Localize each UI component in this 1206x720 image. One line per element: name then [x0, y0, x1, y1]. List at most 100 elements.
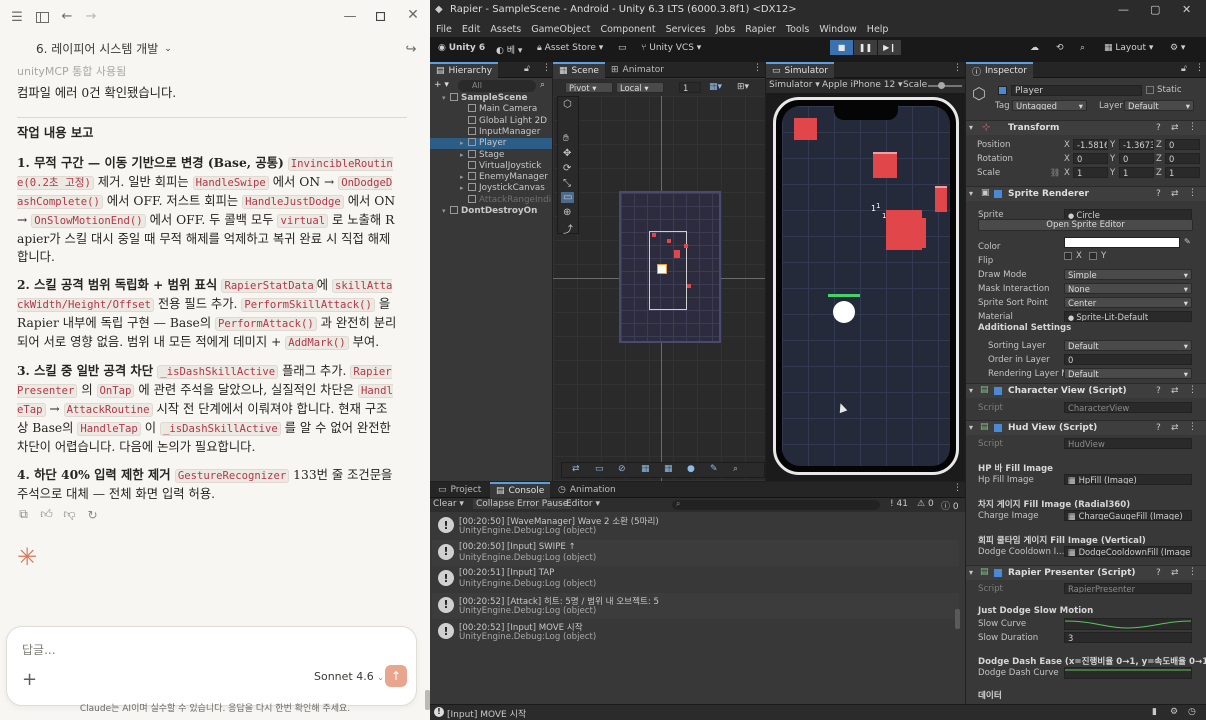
- lock-icon[interactable]: 🔓︎: [1181, 64, 1187, 74]
- hierarchy-item[interactable]: InputManager: [430, 126, 552, 138]
- back-icon[interactable]: ←: [60, 9, 74, 24]
- hierarchy-item[interactable]: ▸ EnemyManager: [430, 172, 552, 183]
- transform-header[interactable]: ▾ ⊹ Transform ? ⇄ ⋮: [966, 120, 1206, 135]
- minimize-icon[interactable]: —: [343, 9, 357, 24]
- device-dropdown[interactable]: Apple iPhone 12 ▾: [822, 80, 903, 90]
- reply-input[interactable]: 답글...: [22, 641, 56, 658]
- slow-curve-field[interactable]: [1064, 618, 1192, 630]
- menu-item[interactable]: Tools: [786, 24, 809, 35]
- open-sprite-editor-button[interactable]: Open Sprite Editor: [978, 219, 1193, 231]
- sort-point-dropdown[interactable]: Center ▾: [1064, 297, 1192, 308]
- tab-inspector[interactable]: ⓘ Inspector: [966, 62, 1033, 78]
- more-icon[interactable]: ⋮: [1195, 63, 1204, 73]
- position-y-field[interactable]: -1.3673: [1119, 139, 1154, 150]
- error-pause-button[interactable]: Error Pause: [514, 499, 572, 509]
- tab-scene[interactable]: ▦ Scene: [553, 62, 605, 78]
- more-icon[interactable]: ⋮: [1188, 385, 1197, 395]
- tile-tool-icon[interactable]: ⇄: [572, 464, 580, 474]
- hierarchy-item[interactable]: ▾ DontDestroyOn: [430, 206, 552, 217]
- search-icon[interactable]: ⌕: [1080, 43, 1085, 53]
- enabled-checkbox[interactable]: [994, 190, 1002, 198]
- charge-image-field[interactable]: ▦ ChargeGaugeFill (Image): [1064, 510, 1192, 521]
- settings-icon[interactable]: ⚙ ▾: [1170, 43, 1185, 53]
- slow-duration-field[interactable]: 3: [1064, 632, 1192, 643]
- more-icon[interactable]: ⋮: [1188, 422, 1197, 432]
- additional-settings-label[interactable]: Additional Settings: [978, 323, 1071, 333]
- tab-animator[interactable]: ⊞ Animator: [605, 62, 670, 78]
- erase-icon[interactable]: ✎: [710, 464, 718, 474]
- game-viewport[interactable]: 1 1 1: [782, 106, 950, 466]
- retry-icon[interactable]: ↻: [86, 508, 99, 522]
- menu-item[interactable]: Services: [666, 24, 706, 35]
- eyedropper-icon[interactable]: ✎: [1184, 237, 1191, 246]
- forward-icon[interactable]: →: [84, 9, 98, 24]
- tab-console[interactable]: ▤ Console: [490, 482, 551, 498]
- menu-item[interactable]: Help: [867, 24, 889, 35]
- static-checkbox[interactable]: [1146, 86, 1154, 94]
- console-log-entry[interactable]: ! [00:20:50] [Input] SWIPE ↑ UnityEngine.D…: [432, 539, 959, 566]
- hud-view-header[interactable]: ▾ ▤ Hud View (Script) ? ⇄ ⋮: [966, 420, 1206, 435]
- sidebar-toggle-icon[interactable]: [35, 10, 49, 24]
- tab-hierarchy[interactable]: ▤ Hierarchy: [430, 62, 499, 78]
- hierarchy-item[interactable]: Main Camera: [430, 104, 552, 115]
- warning-count-toggle[interactable]: ⚠ 0: [917, 499, 934, 509]
- tab-simulator[interactable]: ▭ Simulator: [766, 62, 834, 78]
- help-icon[interactable]: ?: [1156, 423, 1161, 433]
- simulator-mode-dropdown[interactable]: Simulator ▾: [769, 80, 820, 90]
- more-icon[interactable]: ⋮: [1188, 122, 1197, 132]
- snap-icon[interactable]: ⊞▾: [737, 82, 749, 92]
- hierarchy-item[interactable]: ▸ Stage: [430, 149, 552, 161]
- preset-icon[interactable]: ⇄: [1171, 123, 1179, 133]
- expand-arrow-icon[interactable]: ▸: [460, 150, 464, 161]
- debug-icon[interactable]: ⚙: [1170, 707, 1178, 717]
- more-icon[interactable]: ⋮: [1188, 188, 1197, 198]
- message-composer[interactable]: 답글... + Sonnet 4.6 ⌄ ↑: [6, 626, 417, 706]
- preset-icon[interactable]: ⇄: [1171, 386, 1179, 396]
- zoom-icon[interactable]: ⌕: [733, 464, 738, 474]
- expand-arrow-icon[interactable]: ▸: [460, 183, 464, 194]
- position-z-field[interactable]: 0: [1165, 139, 1200, 150]
- conversation-title[interactable]: 6. 레이피어 시스템 개발 ⌄: [36, 40, 172, 57]
- model-selector[interactable]: Sonnet 4.6 ⌄: [314, 670, 384, 683]
- transform-tool-icon[interactable]: ⊕: [563, 207, 571, 218]
- view-options-icon[interactable]: ⬡: [563, 99, 572, 110]
- hand-tool-icon[interactable]: ✋︎: [563, 133, 569, 144]
- scale-slider[interactable]: [928, 85, 962, 87]
- more-icon[interactable]: ⋮: [953, 483, 962, 493]
- close-icon[interactable]: ✕: [406, 7, 420, 23]
- mask-interaction-dropdown[interactable]: None ▾: [1064, 283, 1192, 294]
- help-icon[interactable]: ?: [1156, 568, 1161, 578]
- maximize-icon[interactable]: ▢: [1150, 3, 1160, 16]
- asset-store-button[interactable]: 🔒︎ Asset Store ▾: [537, 43, 603, 53]
- hierarchy-item[interactable]: ▾ SampleScene: [430, 93, 552, 104]
- layer-dropdown[interactable]: Default ▾: [1124, 100, 1194, 111]
- more-icon[interactable]: ⋮: [1188, 567, 1197, 577]
- account-button[interactable]: ◉ Unity 6: [438, 43, 485, 53]
- scale-x-field[interactable]: 1: [1073, 167, 1108, 178]
- cloud-icon[interactable]: ☁: [1030, 43, 1039, 53]
- lock-icon[interactable]: 🔓︎: [524, 64, 530, 74]
- vcs-button[interactable]: ⑂ Unity VCS ▾: [641, 43, 701, 53]
- error-count-toggle[interactable]: ⓘ 0: [941, 499, 959, 512]
- collapse-button[interactable]: Collapse: [473, 499, 518, 509]
- dash-curve-field[interactable]: [1064, 667, 1192, 679]
- tab-animation[interactable]: ◷ Animation: [552, 482, 622, 498]
- menu-item[interactable]: Assets: [490, 24, 521, 35]
- thumbs-up-icon[interactable]: 👍︎: [40, 507, 53, 521]
- rotation-x-field[interactable]: 0: [1073, 153, 1108, 164]
- menu-item[interactable]: GameObject: [531, 24, 590, 35]
- hierarchy-item[interactable]: ▸ Player: [430, 138, 552, 150]
- enabled-checkbox[interactable]: [994, 387, 1002, 395]
- maximize-icon[interactable]: [374, 10, 386, 22]
- editor-dropdown[interactable]: Editor ▾: [566, 499, 600, 509]
- active-checkbox[interactable]: [998, 86, 1007, 95]
- copy-icon[interactable]: ⧉: [17, 507, 30, 521]
- scale-z-field[interactable]: 1: [1165, 167, 1200, 178]
- console-scrollbar[interactable]: [955, 609, 960, 629]
- more-icon[interactable]: ⋮: [542, 63, 551, 73]
- package-icon[interactable]: ▭: [618, 43, 627, 53]
- log-count-toggle[interactable]: ! 41: [890, 499, 908, 509]
- pivot-dropdown[interactable]: Pivot ▾: [565, 82, 613, 93]
- scene-view[interactable]: ⬡ ✋︎ ✥ ⟳ ⤡ ▭ ⊕ ⤴ ⇄ ▭ ⊘ ▦ ▦ ● ✎ ⌕: [553, 96, 765, 481]
- draw-mode-dropdown[interactable]: Simple ▾: [1064, 269, 1192, 280]
